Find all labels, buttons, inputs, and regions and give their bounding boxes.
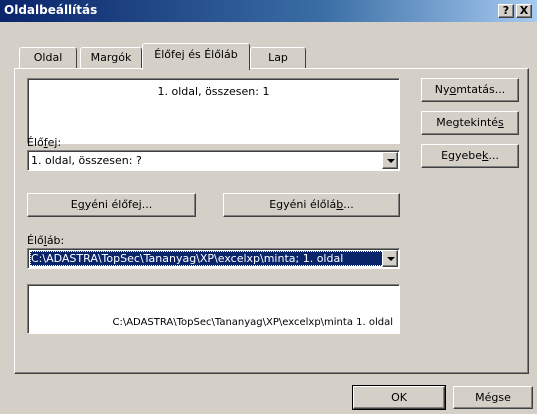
tab-margok[interactable]: Margók (80, 47, 142, 69)
ok-button[interactable]: OK (352, 385, 446, 410)
tab-elofej-es-eloláb[interactable]: Élőfej és Élőláb (142, 43, 250, 70)
options-button[interactable]: Egyebek... (421, 144, 519, 168)
tab-lap[interactable]: Lap (250, 47, 306, 69)
footer-preview: C:\ADASTRA\TopSec\Tananyag\XP\excelxp\mi… (27, 284, 400, 334)
header-select-value: 1. oldal, összesen: ? (31, 154, 142, 167)
window-title: Oldalbeállítás (4, 3, 98, 17)
print-preview-button[interactable]: Megtekintés (421, 111, 519, 135)
print-button[interactable]: Nyomtatás... (421, 78, 519, 102)
footer-select-highlight: C:\ADASTRA\TopSec\Tananyag\XP\excelxp\mi… (30, 251, 384, 266)
tab-oldal[interactable]: Oldal (19, 47, 77, 69)
header-preview: 1. oldal, összesen: 1 (27, 78, 400, 144)
help-button[interactable]: ? (498, 4, 514, 18)
custom-footer-button[interactable]: Egyéni élőláb... (223, 193, 400, 217)
chevron-down-icon[interactable] (382, 250, 398, 267)
close-button[interactable]: X (516, 4, 532, 18)
footer-select-value: C:\ADASTRA\TopSec\Tananyag\XP\excelxp\mi… (31, 252, 344, 265)
footer-preview-text: C:\ADASTRA\TopSec\Tananyag\XP\excelxp\mi… (112, 317, 393, 328)
chevron-down-icon[interactable] (382, 152, 398, 169)
footer-select[interactable]: C:\ADASTRA\TopSec\Tananyag\XP\excelxp\mi… (27, 248, 400, 269)
header-select[interactable]: 1. oldal, összesen: ? (27, 150, 400, 171)
footer-label: Élőláb: (27, 234, 65, 247)
header-preview-text: 1. oldal, összesen: 1 (157, 85, 270, 98)
cancel-button[interactable]: Mégse (453, 386, 533, 409)
header-label: Élőfej: (27, 136, 62, 149)
custom-header-button[interactable]: Egyéni élőfej... (27, 193, 196, 217)
